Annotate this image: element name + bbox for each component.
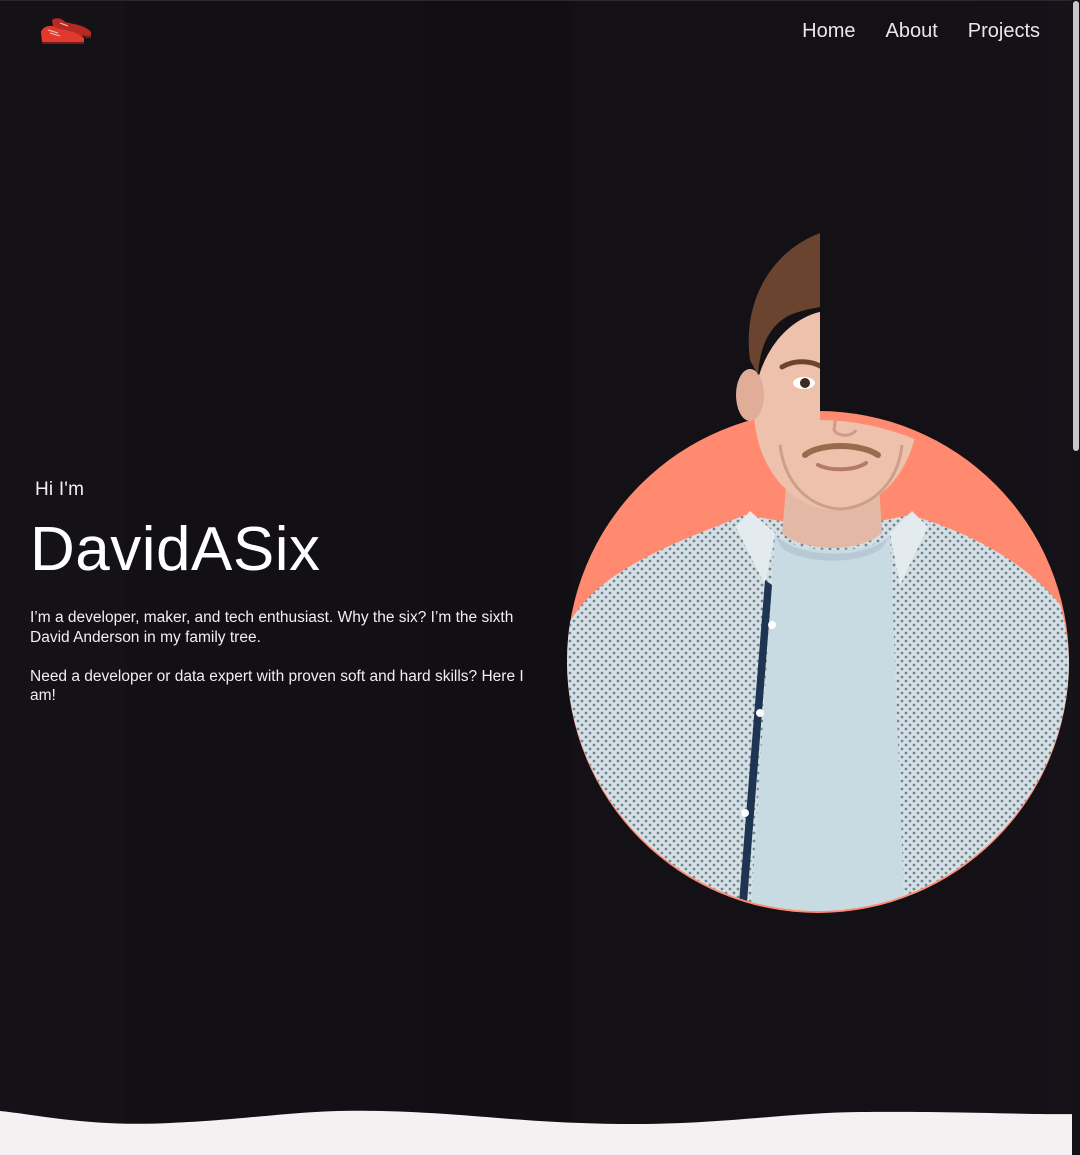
top-border <box>0 0 1080 1</box>
page: Home About Projects Hi I'm DavidASix I’m… <box>0 0 1080 1155</box>
bio-paragraph-2: Need a developer or data expert with pro… <box>30 667 524 705</box>
nav-link-home[interactable]: Home <box>802 18 855 44</box>
main-nav: Home About Projects <box>802 18 1040 44</box>
hero-greeting: Hi I'm <box>35 479 85 500</box>
scrollbar-thumb[interactable] <box>1073 1 1079 451</box>
profile-portrait <box>560 215 1080 925</box>
page-scrollbar[interactable] <box>1072 0 1080 1155</box>
nav-link-projects[interactable]: Projects <box>968 18 1040 44</box>
red-shoes-logo-icon[interactable] <box>38 12 96 48</box>
hero-bio: I’m a developer, maker, and tech enthusi… <box>30 608 542 706</box>
section-divider-wave <box>0 1110 1080 1155</box>
hero-name: DavidASix <box>30 515 321 584</box>
nav-link-about[interactable]: About <box>885 18 937 44</box>
bio-paragraph-1: I’m a developer, maker, and tech enthusi… <box>30 609 514 646</box>
